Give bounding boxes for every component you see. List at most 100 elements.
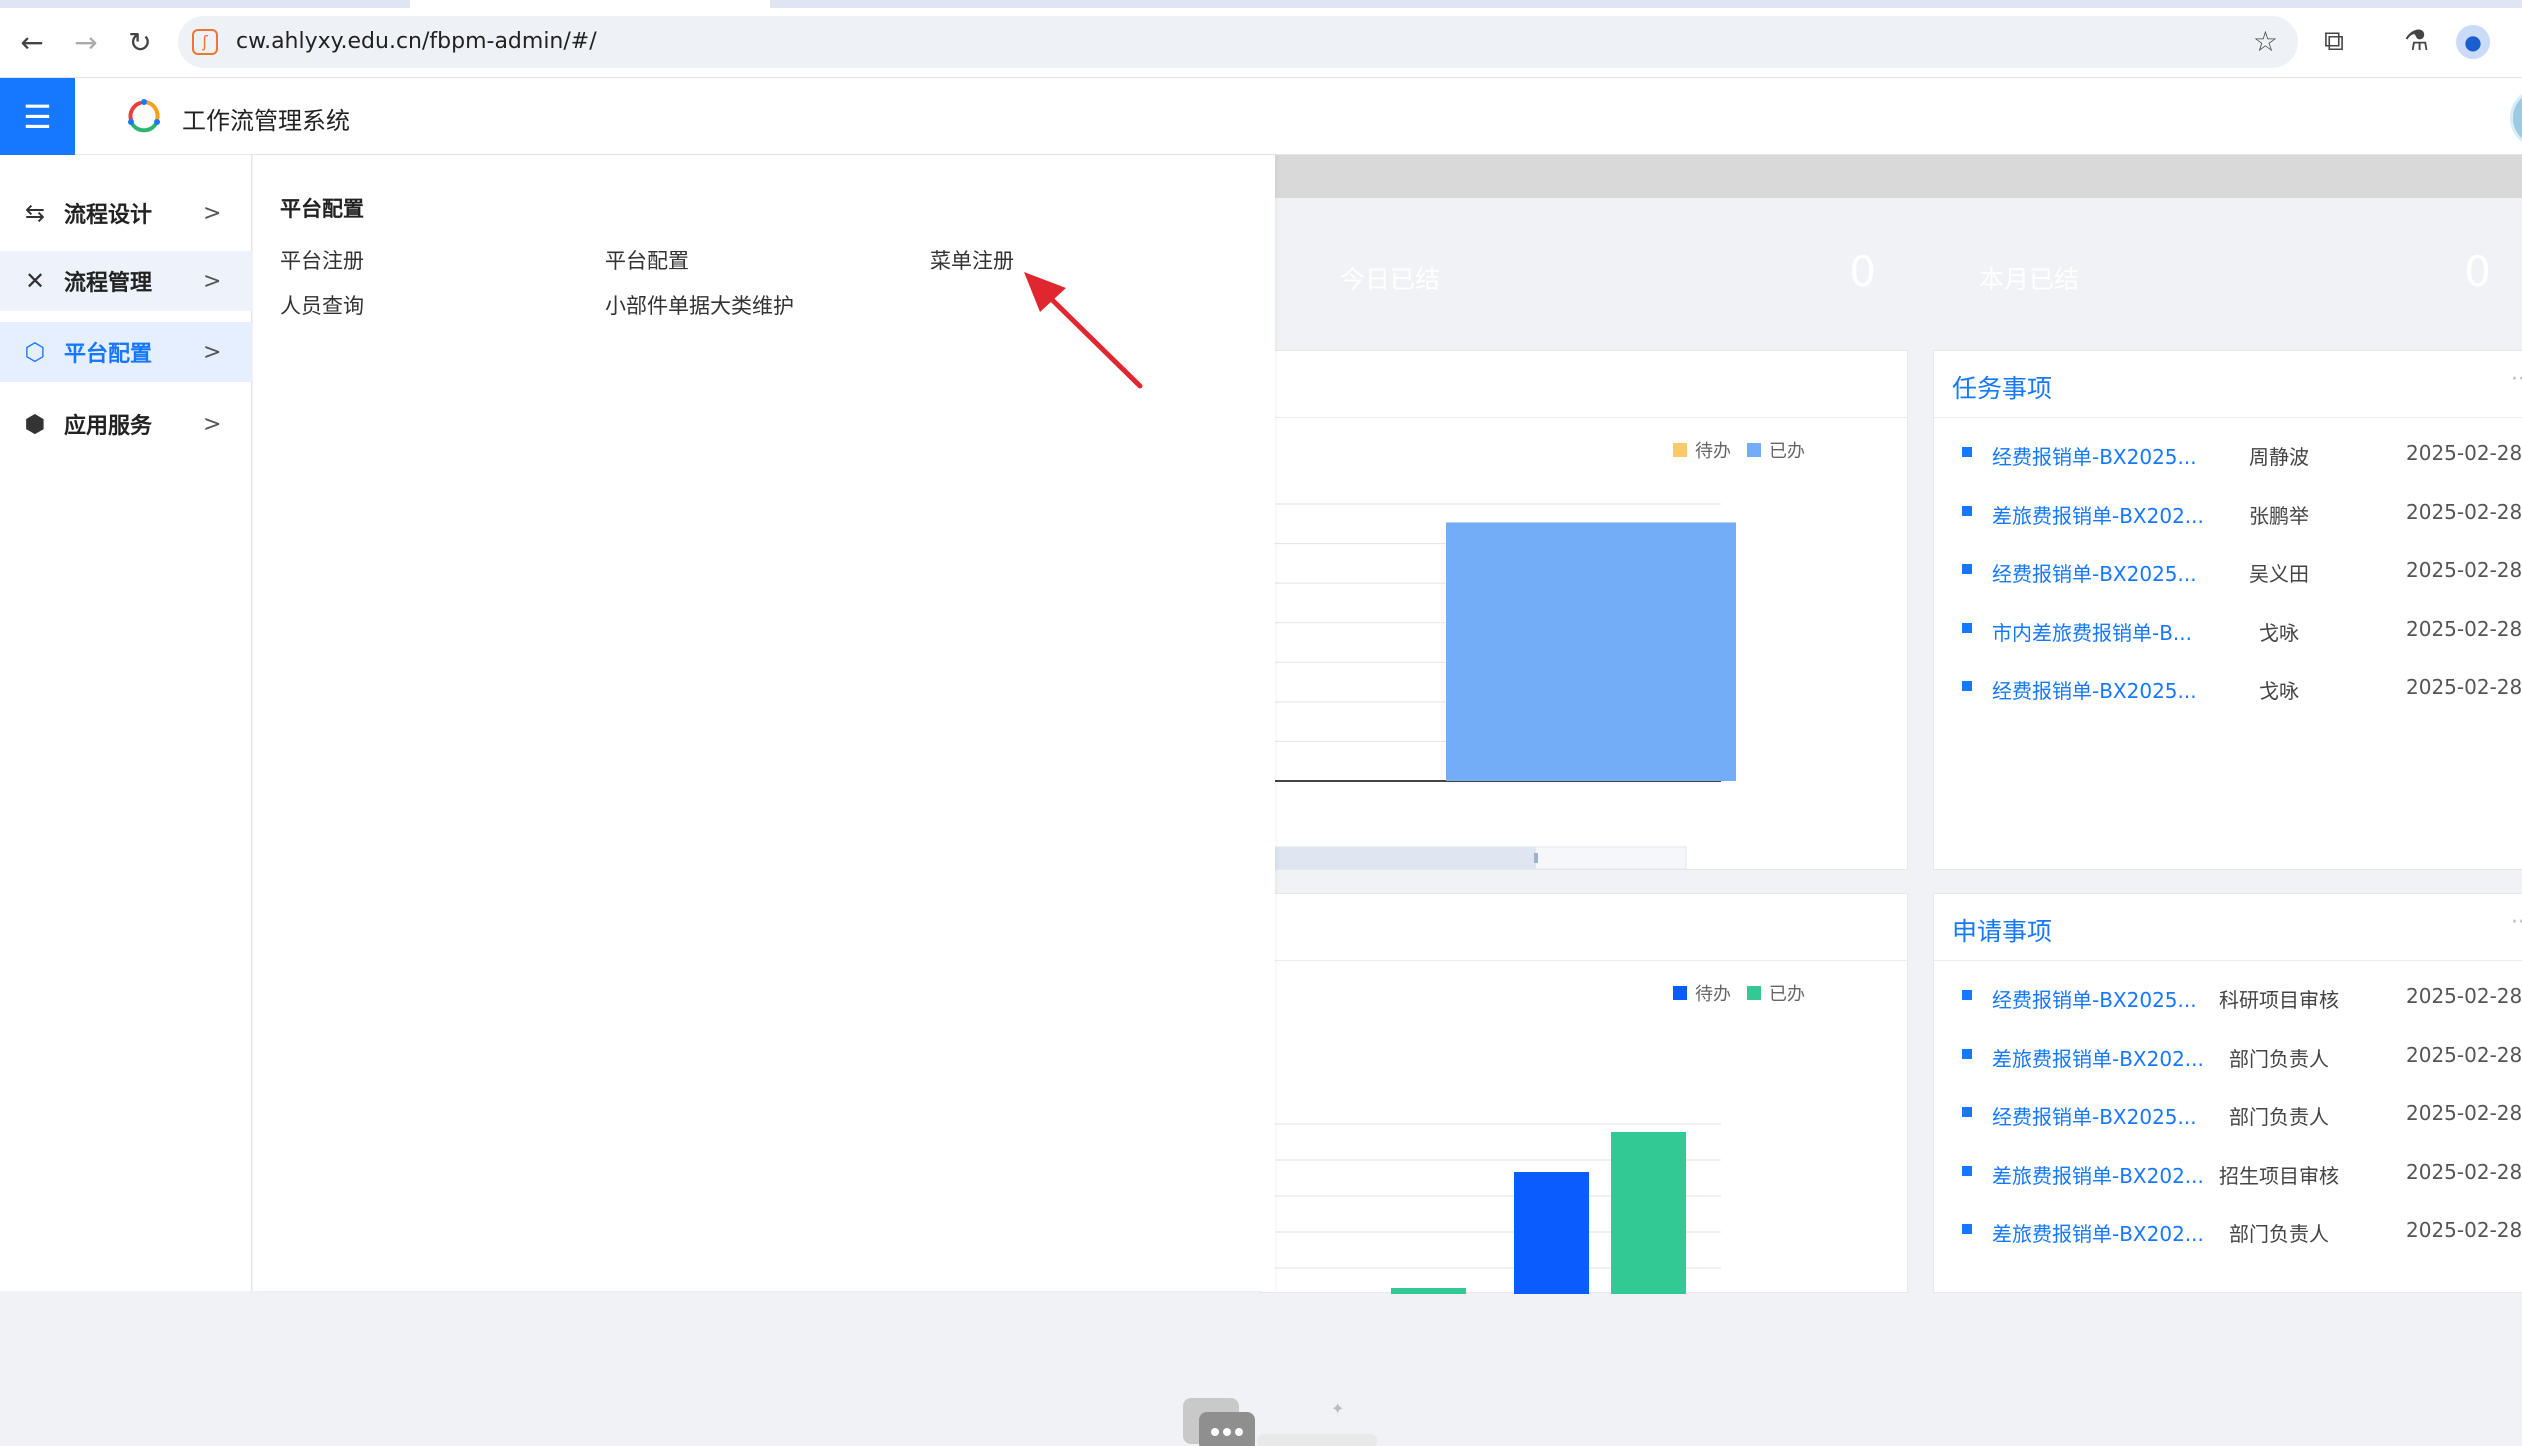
sidebar: ⇆ 流程设计 > ✕ 流程管理 > ⬡ 平台配置 > ⬢ 应用服务 > — [0, 155, 252, 1291]
item-handler: 周静波 — [2249, 445, 2309, 469]
item-name[interactable]: 经费报销单-BX2025... — [1992, 558, 2197, 587]
bar-done — [1611, 1132, 1686, 1294]
url-text[interactable]: cw.ahlyxy.edu.cn/fbpm-admin/#/ — [236, 29, 597, 54]
list-item[interactable]: 经费报销单-BX2025... 周静波 2025-02-28 — [1934, 435, 2522, 475]
hexagon-settings-icon: ⬡ — [24, 338, 46, 366]
tab-strip — [0, 0, 2522, 8]
submenu-link-platform-config[interactable]: 平台配置 — [605, 245, 689, 275]
item-name[interactable]: 差旅费报销单-BX202... — [1992, 500, 2204, 529]
stat-value: 0 — [2464, 247, 2491, 296]
stat-card-month: 本月已结 0 — [1935, 213, 2522, 334]
star-icon[interactable]: ☆ — [2253, 25, 2278, 58]
item-handler: 部门负责人 — [2229, 1222, 2329, 1246]
item-name[interactable]: 经费报销单-BX2025... — [1992, 675, 2197, 704]
list-item[interactable]: 差旅费报销单-BX202... 部门负责人 2025-02-28 — [1934, 1037, 2522, 1077]
item-date: 2025-02-28 — [2406, 1042, 2522, 1067]
item-date: 2025-02-28 — [2406, 1218, 2522, 1242]
panel-title: 申请事项 — [1952, 917, 2053, 946]
item-handler: 科研项目审核 — [2219, 988, 2339, 1012]
list-item[interactable]: 差旅费报销单-BX202... 招生项目审核 2025-02-28 — [1934, 1154, 2522, 1194]
sidebar-item-label: 流程管理 — [64, 271, 153, 296]
stat-label: 今日已结 — [1340, 265, 1441, 294]
item-name[interactable]: 差旅费报销单-BX202... — [1992, 1043, 2204, 1072]
item-handler: 部门负责人 — [2229, 1046, 2329, 1071]
zoom-slider-handle — [1534, 853, 1538, 863]
app-logo-icon — [128, 99, 160, 133]
item-name[interactable]: 差旅费报销单-BX202... — [1992, 1160, 2204, 1189]
bullet-icon — [1962, 990, 1972, 1000]
bar-pending — [1514, 1172, 1589, 1294]
hamburger-icon[interactable]: ☰ — [0, 78, 75, 155]
wrench-icon: ✕ — [24, 267, 46, 295]
labs-flask-icon[interactable]: ⚗ — [2404, 24, 2429, 57]
list-item[interactable]: 经费报销单-BX2025... 戈咏 2025-02-28 — [1934, 669, 2522, 709]
bar-done — [1446, 522, 1736, 781]
submenu-link-platform-register[interactable]: 平台注册 — [280, 245, 364, 275]
sidebar-item-label: 流程设计 — [64, 203, 153, 228]
item-name[interactable]: 经费报销单-BX2025... — [1992, 441, 2197, 470]
profile-icon[interactable]: ● — [2456, 25, 2490, 59]
item-date: 2025-02-28 — [2406, 1159, 2522, 1184]
red-arrow-annotation — [1024, 272, 1143, 389]
content-top-strip — [1275, 155, 2522, 198]
sidebar-item-flow-design[interactable]: ⇆ 流程设计 > — [0, 183, 252, 243]
svg-text:✦: ✦ — [1331, 1399, 1344, 1418]
back-arrow-icon[interactable]: ← — [14, 24, 50, 60]
bullet-icon — [1962, 564, 1972, 574]
site-info-icon[interactable]: ʃ — [192, 29, 218, 55]
item-name[interactable]: 差旅费报销单-BX202... — [1992, 1218, 2204, 1247]
chevron-right-icon: > — [203, 268, 222, 294]
more-icon[interactable]: ··· — [2511, 367, 2522, 392]
extensions-icon[interactable]: ⧉ — [2324, 24, 2344, 58]
bullet-icon — [1962, 1048, 1972, 1059]
user-avatar[interactable] — [2510, 88, 2522, 148]
requests-panel: 申请事项 ··· 经费报销单-BX2025... 科研项目审核 2025-02-28… — [1933, 893, 2522, 1293]
tasks-panel: 任务事项 ··· 经费报销单-BX2025...周静波2025-02-28差旅费… — [1933, 350, 2522, 870]
item-handler: 戈咏 — [2259, 620, 2299, 645]
bullet-icon — [1962, 505, 1972, 516]
reload-icon[interactable]: ↻ — [122, 24, 158, 60]
item-date: 2025-02-28 — [2406, 984, 2522, 1008]
sidebar-item-app-services[interactable]: ⬢ 应用服务 > — [0, 394, 252, 454]
chevron-right-icon: > — [203, 411, 222, 437]
bar-done — [1391, 1288, 1466, 1294]
item-name[interactable]: 经费报销单-BX2025... — [1992, 984, 2197, 1013]
flow-design-icon: ⇆ — [24, 199, 46, 227]
sidebar-item-flow-management[interactable]: ✕ 流程管理 > — [0, 251, 252, 311]
bullet-icon — [1962, 681, 1972, 691]
item-name[interactable]: 市内差旅费报销单-B... — [1992, 617, 2192, 646]
item-name[interactable]: 经费报销单-BX2025... — [1992, 1101, 2197, 1130]
active-tab[interactable] — [410, 0, 770, 8]
forward-arrow-icon[interactable]: → — [68, 24, 104, 60]
list-item[interactable]: 经费报销单-BX2025... 部门负责人 2025-02-28 — [1934, 1095, 2522, 1135]
bar-chart-2 — [1261, 1123, 1721, 1294]
item-handler: 吴义田 — [2249, 562, 2309, 586]
item-handler: 招生项目审核 — [2219, 1163, 2339, 1188]
zoom-slider-fill — [1261, 847, 1536, 869]
stat-label: 本月已结 — [1979, 265, 2080, 294]
list-item[interactable]: 经费报销单-BX2025... 吴义田 2025-02-28 — [1934, 552, 2522, 592]
chart-panel-tasks: 待办 已办 — [1260, 350, 1908, 870]
list-item[interactable]: 经费报销单-BX2025... 科研项目审核 2025-02-28 — [1934, 978, 2522, 1018]
address-bar[interactable]: ʃ cw.ahlyxy.edu.cn/fbpm-admin/#/ ☆ — [178, 16, 2298, 68]
sidebar-item-platform-config[interactable]: ⬡ 平台配置 > — [0, 322, 252, 382]
app-title: 工作流管理系统 — [182, 107, 350, 135]
more-icon[interactable]: ··· — [2511, 910, 2522, 935]
browser-toolbar: ← → ↻ ʃ cw.ahlyxy.edu.cn/fbpm-admin/#/ ☆… — [0, 0, 2522, 78]
item-date: 2025-02-28 — [2406, 558, 2522, 582]
item-handler: 戈咏 — [2259, 679, 2299, 703]
item-date: 2025-02-28 — [2406, 499, 2522, 524]
list-item[interactable]: 市内差旅费报销单-B... 戈咏 2025-02-28 — [1934, 611, 2522, 651]
panel-header: 任务事项 ··· — [1934, 351, 2522, 418]
submenu-link-personnel-query[interactable]: 人员查询 — [280, 290, 364, 320]
stat-card-today: 今日已结 0 — [1296, 213, 1906, 334]
list-item[interactable]: 差旅费报销单-BX202... 部门负责人 2025-02-28 — [1934, 1212, 2522, 1252]
list-item[interactable]: 差旅费报销单-BX202... 张鹏举 2025-02-28 — [1934, 494, 2522, 534]
item-date: 2025-02-28 — [2406, 616, 2522, 641]
bullet-icon — [1962, 1107, 1972, 1117]
submenu-link-menu-register[interactable]: 菜单注册 — [930, 245, 1014, 275]
bullet-icon — [1962, 1224, 1972, 1234]
submenu-link-widget-category[interactable]: 小部件单据大类维护 — [605, 290, 794, 320]
item-handler: 张鹏举 — [2249, 503, 2309, 528]
submenu-title: 平台配置 — [280, 197, 364, 221]
